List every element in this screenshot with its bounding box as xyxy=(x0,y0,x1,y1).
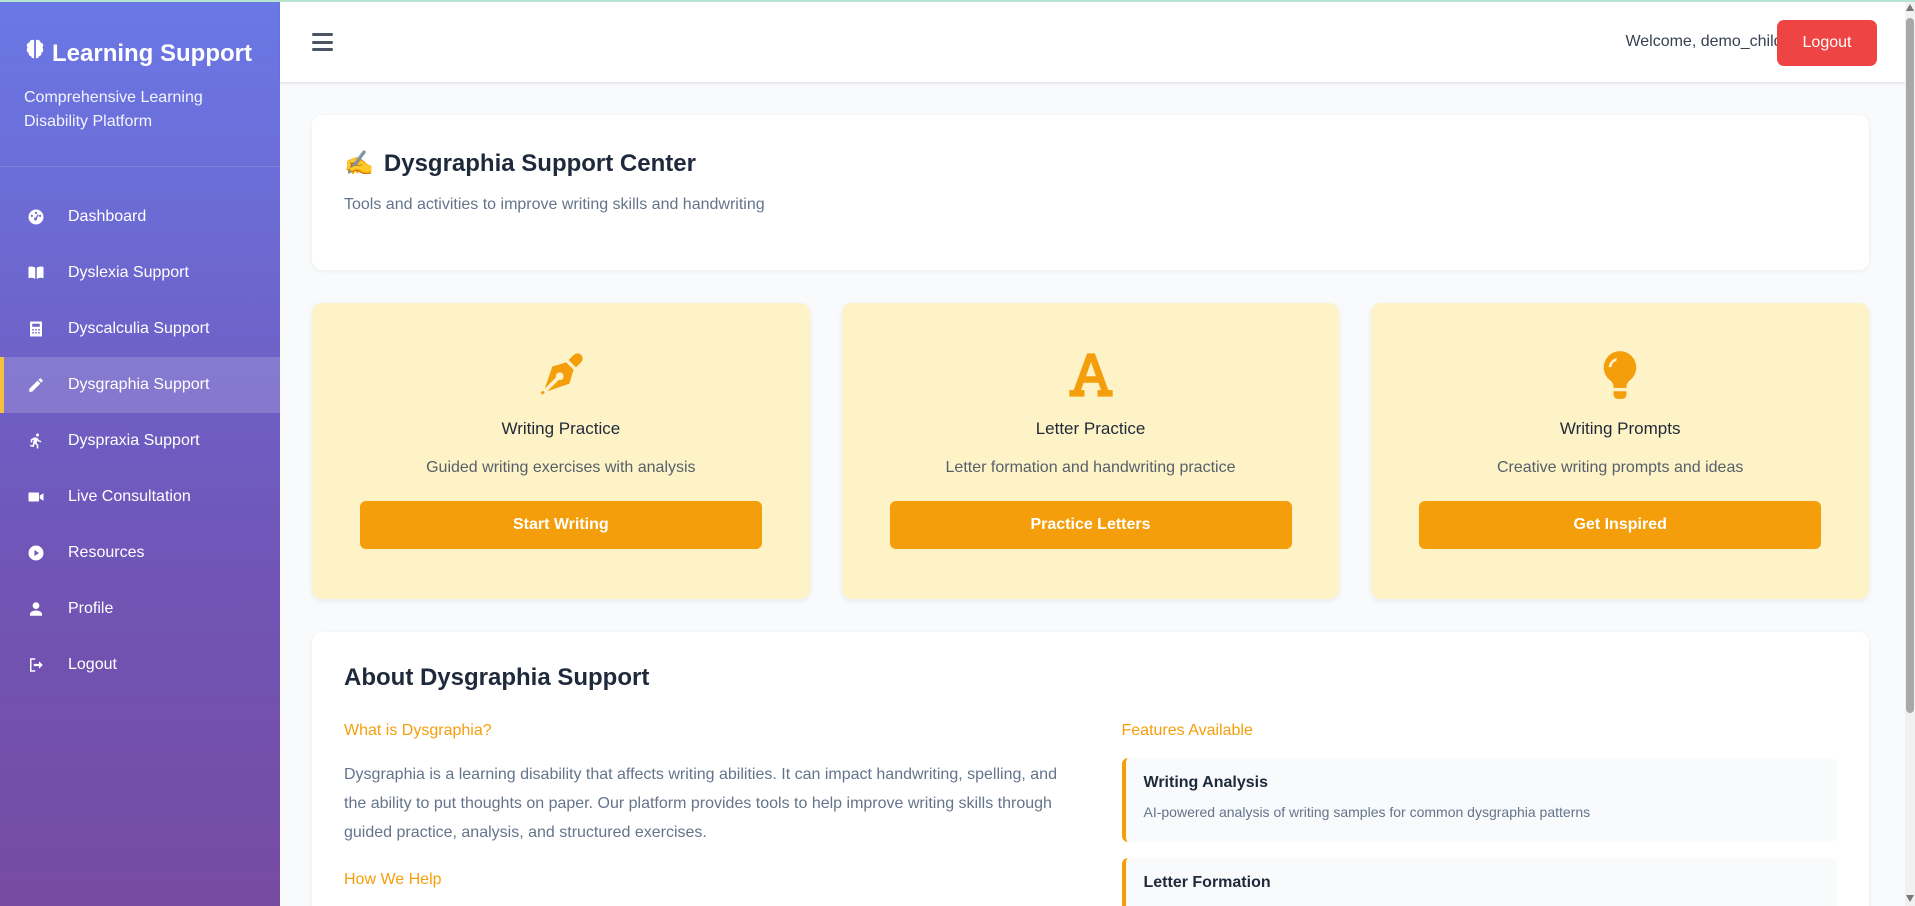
feature-item-title: Letter Formation xyxy=(1143,874,1271,891)
feature-card-letter-practice: Letter Practice Letter formation and han… xyxy=(841,303,1340,599)
sidebar-item-label: Resources xyxy=(68,544,145,561)
brand-title[interactable]: Learning Support xyxy=(24,36,256,72)
sidebar-item-label: Profile xyxy=(68,600,114,617)
sidebar-item-dyspraxia[interactable]: Dyspraxia Support xyxy=(0,413,280,469)
page-scrollbar[interactable] xyxy=(1905,0,1915,906)
sidebar-item-label: Dyspraxia Support xyxy=(68,432,200,449)
logout-button[interactable]: Logout xyxy=(1777,20,1877,66)
sidebar-item-label: Live Consultation xyxy=(68,488,191,505)
running-icon xyxy=(26,431,46,451)
calculator-icon xyxy=(26,319,46,339)
brand-subtitle: Comprehensive Learning Disability Platfo… xyxy=(24,89,203,130)
font-icon xyxy=(1063,347,1119,403)
sidebar-item-label: Dyslexia Support xyxy=(68,264,189,281)
top-accent-line xyxy=(0,0,1915,2)
video-icon xyxy=(26,487,46,507)
brain-icon xyxy=(24,36,46,70)
start-writing-button[interactable]: Start Writing xyxy=(359,501,762,549)
pencil-icon xyxy=(26,375,46,395)
page-header-card: ✍️ Dysgraphia Support Center Tools and a… xyxy=(312,115,1869,270)
sidebar-item-logout[interactable]: Logout xyxy=(0,637,280,693)
get-inspired-button[interactable]: Get Inspired xyxy=(1419,501,1822,549)
feature-description: Letter formation and handwriting practic… xyxy=(945,459,1236,476)
feature-item-description: AI-powered analysis of writing samples f… xyxy=(1143,804,1591,820)
welcome-text: Welcome, demo_child! xyxy=(1625,33,1787,50)
about-card: About Dysgraphia Support What is Dysgrap… xyxy=(312,632,1869,906)
page-subtitle: Tools and activities to improve writing … xyxy=(344,196,765,213)
brand-title-text: Learning Support xyxy=(52,40,252,67)
feature-title: Letter Practice xyxy=(1035,419,1146,438)
about-right-column: Features Available Writing Analysis AI-p… xyxy=(1121,722,1837,906)
feature-item-writing-analysis: Writing Analysis AI-powered analysis of … xyxy=(1121,758,1837,842)
sidebar-item-dysgraphia[interactable]: Dysgraphia Support xyxy=(0,357,280,413)
page-title: ✍️ Dysgraphia Support Center xyxy=(344,149,1837,178)
what-is-text: Dysgraphia is a learning disability that… xyxy=(344,766,1057,841)
sidebar-item-label: Dyscalculia Support xyxy=(68,320,210,337)
dashboard-icon xyxy=(26,207,46,227)
sidebar-item-profile[interactable]: Profile xyxy=(0,581,280,637)
about-left-column: What is Dysgraphia? Dysgraphia is a lear… xyxy=(344,722,1060,906)
sidebar: Learning Support Comprehensive Learning … xyxy=(0,0,280,906)
lightbulb-icon xyxy=(1592,347,1648,403)
feature-title: Writing Practice xyxy=(501,419,621,438)
feature-item-letter-formation: Letter Formation xyxy=(1121,858,1837,906)
top-bar: Welcome, demo_child! Logout xyxy=(280,2,1905,83)
play-circle-icon xyxy=(26,543,46,563)
sidebar-brand: Learning Support Comprehensive Learning … xyxy=(0,0,280,167)
user-icon xyxy=(26,599,46,619)
sidebar-item-dyslexia[interactable]: Dyslexia Support xyxy=(0,245,280,301)
page-title-text: Dysgraphia Support Center xyxy=(383,149,696,177)
sidebar-item-label: Dashboard xyxy=(68,208,147,225)
how-we-help-heading: How We Help xyxy=(344,871,442,888)
feature-description: Guided writing exercises with analysis xyxy=(426,459,696,476)
feature-item-title: Writing Analysis xyxy=(1143,774,1268,791)
pen-nib-icon xyxy=(533,347,589,403)
feature-card-writing-practice: Writing Practice Guided writing exercise… xyxy=(312,303,810,599)
about-columns: What is Dysgraphia? Dysgraphia is a lear… xyxy=(344,722,1837,906)
menu-toggle-icon[interactable] xyxy=(312,33,333,51)
feature-cards: Writing Practice Guided writing exercise… xyxy=(312,303,1870,599)
sidebar-item-dashboard[interactable]: Dashboard xyxy=(0,189,280,245)
about-title: About Dysgraphia Support xyxy=(344,664,650,691)
book-icon xyxy=(26,263,46,283)
sidebar-item-label: Dysgraphia Support xyxy=(68,376,210,393)
feature-title: Writing Prompts xyxy=(1559,419,1681,438)
what-is-heading: What is Dysgraphia? xyxy=(344,722,492,739)
sidebar-nav: Dashboard Dyslexia Support Dyscalculia S… xyxy=(0,189,280,693)
features-available-heading: Features Available xyxy=(1121,722,1253,739)
sidebar-item-dyscalculia[interactable]: Dyscalculia Support xyxy=(0,301,280,357)
sidebar-item-resources[interactable]: Resources xyxy=(0,525,280,581)
feature-description: Creative writing prompts and ideas xyxy=(1497,459,1744,476)
sign-out-icon xyxy=(26,655,46,675)
scrollbar-thumb[interactable] xyxy=(1906,18,1914,713)
scroll-up-arrow-icon[interactable] xyxy=(1906,4,1914,11)
scroll-down-arrow-icon[interactable] xyxy=(1906,895,1914,902)
feature-card-writing-prompts: Writing Prompts Creative writing prompts… xyxy=(1371,303,1870,599)
sidebar-item-label: Logout xyxy=(68,656,117,673)
practice-letters-button[interactable]: Practice Letters xyxy=(889,501,1292,549)
writing-hand-icon: ✍️ xyxy=(344,150,374,177)
sidebar-item-live-consultation[interactable]: Live Consultation xyxy=(0,469,280,525)
